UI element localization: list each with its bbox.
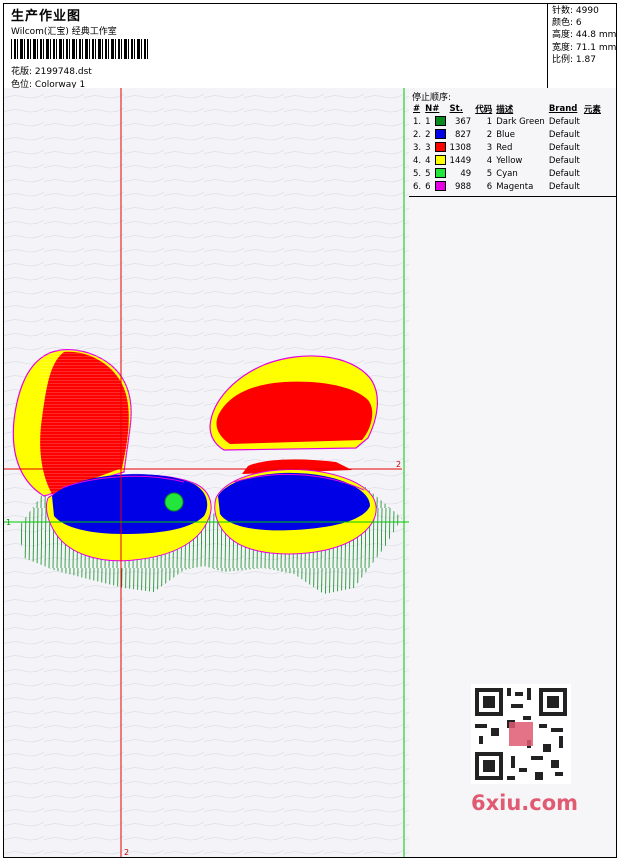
row-code: 4 [486, 155, 493, 166]
col-stitches: St. [449, 103, 463, 114]
row-index: 2. [413, 129, 422, 140]
row-index: 1. [413, 116, 422, 127]
row-brand: Default [548, 181, 580, 192]
table-row: 2. 2 827 2 Blue Default [411, 128, 603, 141]
row-needle: 2 [425, 129, 431, 140]
table-row: 5. 5 49 5 Cyan Default [411, 167, 603, 180]
row-element [582, 180, 603, 193]
color-swatch [434, 116, 446, 127]
row-brand: Default [548, 168, 580, 179]
row-description: Dark Green [496, 116, 545, 127]
header-divider [547, 4, 548, 88]
row-brand: Default [548, 155, 580, 166]
guide-marker-2-bottom: 2 [124, 848, 129, 857]
row-index: 5. [413, 168, 422, 179]
row-code: 1 [486, 116, 493, 127]
color-swatch [434, 181, 446, 192]
table-row: 3. 3 1308 3 Red Default [411, 141, 603, 154]
col-brand: Brand [548, 103, 578, 114]
watermark-logo: 6xiu.com [471, 791, 579, 815]
color-swatch [434, 142, 446, 153]
guide-marker-1: 1 [6, 518, 11, 527]
row-swatch [433, 180, 448, 193]
row-swatch [433, 115, 448, 128]
stat-stitches: 针数: 4990 [552, 6, 599, 16]
col-index: # [413, 103, 421, 114]
row-code: 3 [486, 142, 493, 153]
stat-width: 宽度: 71.1 mm [552, 42, 617, 53]
row-stitches: 827 [454, 129, 472, 140]
stat-scale: 比例: 1.87 [552, 54, 596, 65]
guide-marker-2: 2 [396, 460, 401, 469]
barcode [11, 39, 149, 59]
row-swatch [433, 128, 448, 141]
stat-height: 高度: 44.8 mm [552, 30, 617, 41]
table-row: 1. 1 367 1 Dark Green Default [411, 115, 603, 128]
row-description: Blue [496, 129, 516, 140]
row-brand: Default [548, 142, 580, 153]
pearl-green [164, 492, 184, 512]
row-swatch [433, 141, 448, 154]
row-index: 4. [413, 155, 422, 166]
row-element [582, 141, 603, 154]
stop-sequence-table: # N# St. 代码 描述 Brand 元素 1. 1 367 1 Dark Gree… [411, 102, 603, 193]
row-brand: Default [548, 116, 580, 127]
stop-sequence-panel: 停止顺序: # N# St. 代码 描述 Brand 元素 1. 1 367 1 Dar… [409, 88, 616, 857]
row-code: 5 [486, 168, 493, 179]
stat-colors: 颜色: 6 [552, 18, 582, 29]
row-swatch [433, 154, 448, 167]
embroidery-preview: 1 2 2 [4, 88, 409, 857]
row-description: Magenta [496, 181, 534, 192]
design-stats: 针数: 4990 颜色: 6 高度: 44.8 mm 宽度: 71.1 mm 比… [550, 5, 616, 66]
row-stitches: 988 [454, 181, 472, 192]
col-needle: N# [425, 103, 440, 114]
production-worksheet: 生产作业图 Wilcom(汇宝) 经典工作室 花版: 2199748.dst 色… [3, 3, 617, 858]
row-stitches: 49 [460, 168, 472, 179]
row-element [582, 154, 603, 167]
row-element [582, 128, 603, 141]
row-element [582, 115, 603, 128]
page-title: 生产作业图 [11, 9, 82, 24]
row-needle: 6 [425, 181, 431, 192]
col-description: 描述 [496, 104, 514, 115]
col-element: 元素 [583, 104, 601, 115]
row-index: 3. [413, 142, 422, 153]
color-swatch [434, 129, 446, 140]
row-code: 6 [486, 181, 493, 192]
row-stitches: 1308 [449, 142, 472, 153]
company-name: Wilcom(汇宝) 经典工作室 [11, 27, 117, 37]
color-swatch [434, 155, 446, 166]
row-brand: Default [548, 129, 580, 140]
row-description: Yellow [496, 155, 523, 166]
row-needle: 3 [425, 142, 431, 153]
row-description: Red [496, 142, 513, 153]
table-row: 4. 4 1449 4 Yellow Default [411, 154, 603, 167]
table-row: 6. 6 988 6 Magenta Default [411, 180, 603, 193]
row-element [582, 167, 603, 180]
design-file-name: 2199748.dst [34, 67, 92, 77]
row-needle: 5 [425, 168, 431, 179]
qr-code [471, 684, 571, 784]
row-needle: 4 [425, 155, 431, 166]
design-canvas: 1 2 2 [4, 88, 409, 857]
color-swatch [434, 168, 446, 179]
row-stitches: 1449 [449, 155, 472, 166]
row-swatch [433, 167, 448, 180]
design-file: 花版: 2199748.dst [11, 67, 92, 77]
col-code: 代码 [475, 104, 493, 115]
header-info: 生产作业图 Wilcom(汇宝) 经典工作室 花版: 2199748.dst 色… [7, 4, 550, 90]
panel-separator [409, 196, 616, 197]
row-description: Cyan [496, 168, 518, 179]
row-code: 2 [486, 129, 493, 140]
row-index: 6. [413, 181, 422, 192]
row-stitches: 367 [454, 116, 472, 127]
row-needle: 1 [425, 116, 431, 127]
